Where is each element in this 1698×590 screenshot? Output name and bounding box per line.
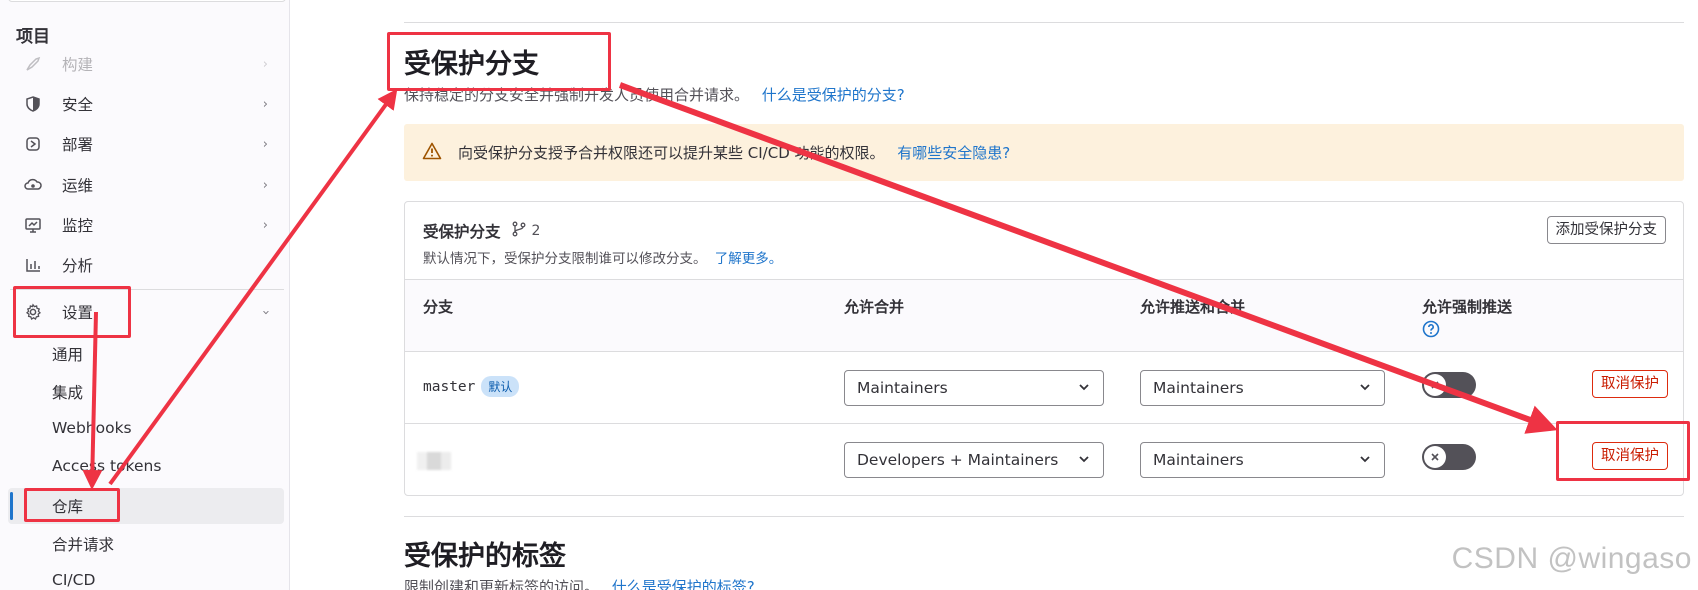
arrow-repository-to-title <box>108 88 398 486</box>
watermark: CSDN @wingaso <box>1451 542 1692 575</box>
arrow-settings-to-repository <box>82 311 103 490</box>
arrow-title-to-unprotect <box>618 82 1558 434</box>
annotation-arrows <box>82 82 1558 490</box>
